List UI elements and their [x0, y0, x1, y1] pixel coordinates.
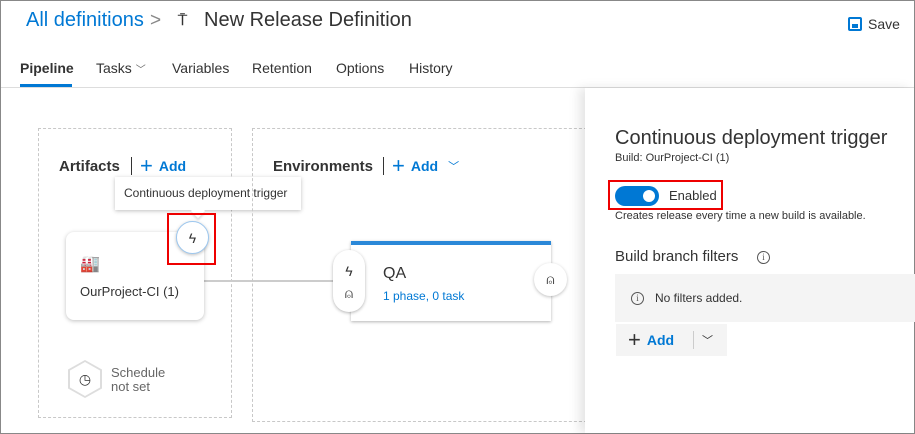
enabled-toggle[interactable]	[615, 186, 659, 206]
artifact-name: OurProject-CI (1)	[80, 284, 179, 299]
cd-trigger-button[interactable]: ϟ	[176, 221, 209, 254]
chevron-down-icon: ﹀	[135, 65, 146, 76]
plus-icon: +	[392, 153, 405, 178]
tab-pipeline[interactable]: Pipeline	[20, 60, 74, 76]
clock-icon: ◷	[70, 362, 100, 396]
plus-icon: +	[628, 327, 641, 352]
person-icon: ⍝	[546, 271, 555, 287]
environments-heading: Environments	[273, 158, 374, 175]
add-environment-button[interactable]: + Add ﹀	[392, 153, 460, 178]
tab-variables[interactable]: Variables	[172, 60, 229, 76]
info-icon[interactable]: i	[757, 251, 770, 264]
tab-options[interactable]: Options	[336, 60, 384, 76]
chevron-down-icon: ﹀	[448, 161, 460, 173]
add-label: Add	[410, 158, 439, 174]
schedule-line1: Schedule	[111, 365, 166, 380]
artifacts-heading: Artifacts	[59, 158, 120, 175]
post-deployment-approvals[interactable]: ⍝	[534, 263, 567, 296]
add-filter-split-button: + Add ﹀	[616, 324, 727, 356]
build-icon: 🏭	[80, 256, 100, 273]
breadcrumb-separator: >	[150, 10, 162, 31]
save-button[interactable]: Save	[848, 16, 900, 32]
save-icon	[848, 17, 862, 31]
no-filters-message: No filters added.	[655, 291, 743, 305]
page-title: New Release Definition	[204, 9, 412, 31]
add-artifact-button[interactable]: + Add	[140, 153, 187, 178]
filters-list: i No filters added.	[615, 274, 915, 322]
environment-name: QA	[383, 265, 407, 282]
heading-separator	[131, 157, 132, 175]
panel-title: Continuous deployment trigger	[615, 127, 888, 149]
filters-heading: Build branch filters	[615, 248, 739, 265]
environment-detail-link[interactable]: 1 phase, 0 task	[383, 289, 464, 303]
save-label: Save	[868, 16, 900, 32]
schedule-line2: not set	[111, 379, 151, 394]
person-icon: ⍝	[344, 285, 354, 301]
add-label: Add	[158, 158, 187, 174]
breadcrumb-all-definitions[interactable]: All definitions	[26, 9, 144, 32]
panel-subtitle: Build: OurProject-CI (1)	[615, 152, 730, 164]
plus-icon: +	[140, 153, 153, 178]
heading-separator	[383, 157, 384, 175]
add-filter-button[interactable]: + Add	[616, 327, 693, 352]
add-label: Add	[646, 332, 675, 348]
pre-deployment-conditions[interactable]: ϟ ⍝	[333, 250, 365, 312]
release-definition-icon: ⍑	[178, 12, 188, 29]
cd-trigger-panel: Continuous deployment trigger Build: Our…	[585, 88, 915, 433]
tab-tasks[interactable]: Tasks ﹀	[96, 60, 146, 76]
toggle-label: Enabled	[669, 188, 717, 203]
tab-tasks-label: Tasks	[96, 60, 132, 76]
schedule-status: Schedule not set	[111, 366, 165, 394]
info-icon: i	[631, 292, 644, 305]
chevron-down-icon[interactable]: ﹀	[694, 332, 713, 348]
tab-retention[interactable]: Retention	[252, 60, 312, 76]
environment-card-qa[interactable]: QA 1 phase, 0 task	[351, 241, 551, 321]
tab-history[interactable]: History	[409, 60, 453, 76]
toggle-description: Creates release every time a new build i…	[615, 210, 866, 222]
lightning-icon: ϟ	[345, 263, 353, 279]
lightning-icon: ϟ	[188, 229, 197, 246]
